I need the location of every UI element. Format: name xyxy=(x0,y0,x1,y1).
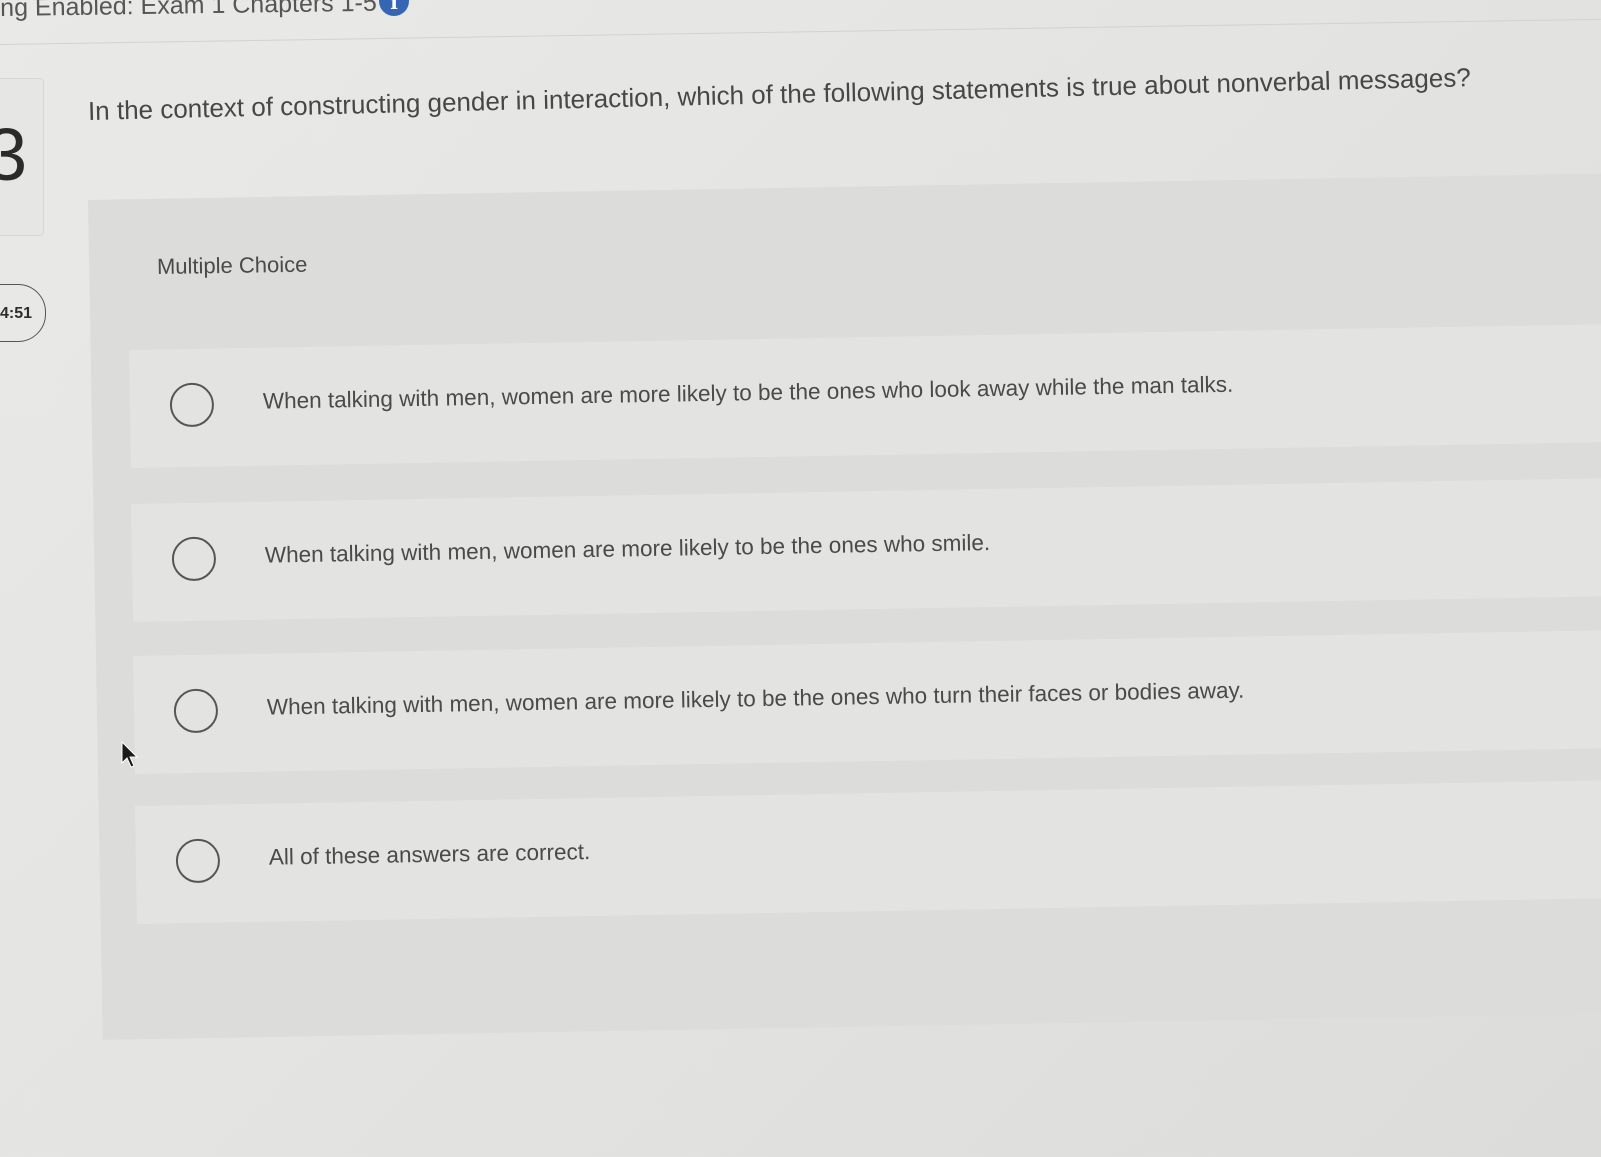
exam-title: ng Enabled: Exam 1 Chapters 1-5 xyxy=(0,0,377,22)
answer-option-label[interactable]: When talking with men, women are more li… xyxy=(267,678,1245,721)
answer-option-label[interactable]: When talking with men, women are more li… xyxy=(265,530,991,569)
radio-button[interactable] xyxy=(169,382,215,428)
timer: 4:51 xyxy=(0,305,33,322)
answer-option-label[interactable]: All of these answers are correct. xyxy=(269,839,591,871)
radio-button[interactable] xyxy=(175,838,221,884)
info-icon[interactable]: i xyxy=(379,0,409,16)
question-type-label: Multiple Choice xyxy=(156,251,308,279)
radio-button[interactable] xyxy=(171,536,217,582)
radio-button[interactable] xyxy=(173,688,219,734)
mouse-cursor-icon xyxy=(121,741,139,768)
question-number: 3 xyxy=(0,113,28,196)
answer-option-label[interactable]: When talking with men, women are more li… xyxy=(263,372,1234,415)
question-prompt: In the context of constructing gender in… xyxy=(87,62,1472,126)
header-divider xyxy=(0,18,1601,45)
